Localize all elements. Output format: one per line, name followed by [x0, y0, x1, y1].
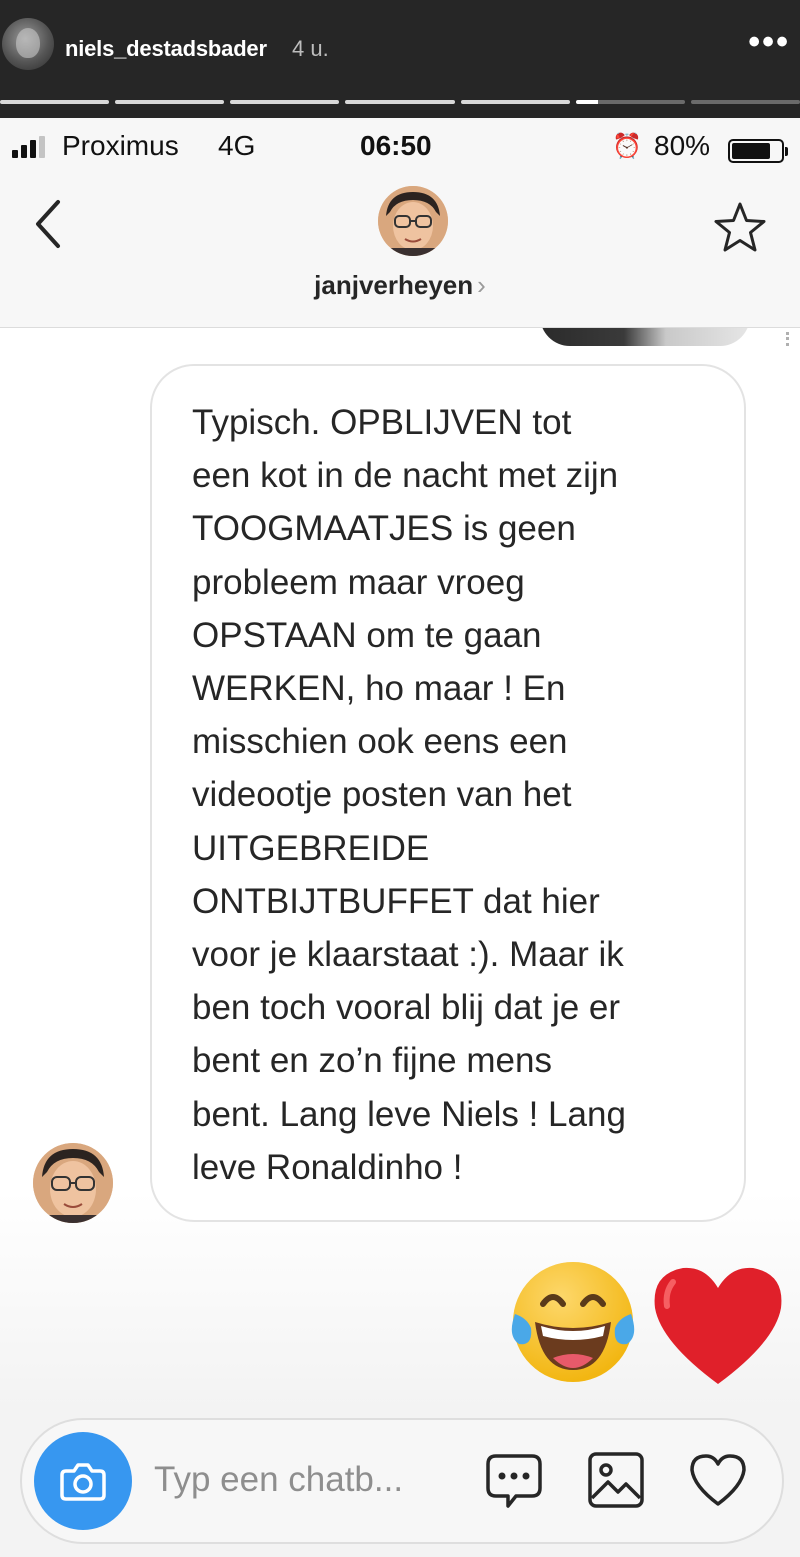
heart-outline-icon[interactable] — [686, 1448, 750, 1512]
signal-strength-icon — [12, 136, 45, 158]
camera-button[interactable] — [34, 1432, 132, 1530]
reaction-emojis[interactable] — [505, 1252, 795, 1392]
camera-icon — [60, 1463, 106, 1501]
status-clock: 06:50 — [360, 130, 432, 161]
battery-level — [732, 143, 771, 159]
network-type: 4G — [218, 130, 256, 161]
chat-header: janjverheyen › — [0, 176, 800, 328]
contact-username[interactable]: janjverheyen — [314, 270, 473, 300]
progress-segment — [690, 100, 800, 104]
message-input[interactable] — [154, 1458, 454, 1502]
more-horizontal-icon[interactable]: ••• — [748, 22, 790, 62]
red-heart-emoji[interactable] — [654, 1267, 782, 1384]
progress-segment-current — [575, 100, 685, 104]
progress-segment — [460, 100, 570, 104]
progress-segment — [345, 100, 455, 104]
sender-avatar[interactable] — [33, 1143, 113, 1223]
story-avatar[interactable] — [2, 18, 54, 70]
story-header: niels_destadsbader 4 u. ••• — [0, 0, 800, 118]
phone-status-bar: Proximus 4G 06:50 ⏰ 80% — [0, 118, 800, 176]
carrier-name: Proximus — [62, 130, 179, 161]
composer-area — [0, 1408, 800, 1557]
battery-percentage: 80% — [654, 130, 711, 161]
progress-segment — [0, 100, 110, 104]
sticker-bubble-icon[interactable] — [482, 1448, 546, 1512]
contact-avatar[interactable] — [378, 186, 448, 256]
message-composer — [20, 1418, 784, 1544]
scroll-indicator — [786, 332, 790, 346]
chevron-left-icon[interactable] — [30, 194, 70, 254]
previous-photo-message[interactable] — [540, 328, 750, 346]
image-icon[interactable] — [584, 1448, 648, 1512]
star-outline-icon[interactable] — [712, 200, 768, 256]
alarm-icon: ⏰ — [612, 133, 642, 160]
message-list[interactable]: Typisch. OPBLIJVEN tot een kot in de nac… — [0, 328, 800, 1408]
progress-segment — [230, 100, 340, 104]
chevron-right-icon: › — [477, 270, 486, 300]
contact-name[interactable]: janjverheyen › — [0, 270, 800, 301]
story-timestamp: 4 u. — [292, 36, 329, 61]
battery-icon — [728, 139, 788, 163]
progress-segment — [115, 100, 225, 104]
story-progress-bar — [0, 100, 800, 105]
face-with-tears-of-joy-emoji[interactable] — [511, 1262, 635, 1382]
story-username[interactable]: niels_destadsbader — [65, 36, 267, 62]
received-message-bubble[interactable]: Typisch. OPBLIJVEN tot een kot in de nac… — [150, 364, 746, 1222]
